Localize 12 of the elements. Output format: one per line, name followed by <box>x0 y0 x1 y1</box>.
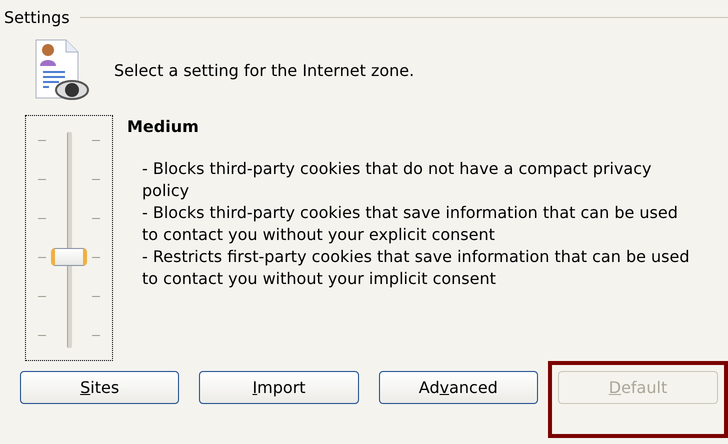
dialog-button[interactable]: Sites <box>20 371 180 404</box>
description-text: Select a setting for the Internet zone. <box>114 60 414 80</box>
level-description-line: - Restricts first-party cookies that save information that can be used to contact you without your implicit consent <box>142 246 690 290</box>
level-description-line: - Blocks third-party cookies that save information that can be used to contact you without your explicit consent <box>142 202 679 246</box>
dialog-button[interactable]: Advanced <box>378 371 538 404</box>
privacy-document-eye-icon <box>34 38 90 102</box>
level-name: Medium <box>127 117 200 136</box>
level-description-line: - Blocks third-party cookies that do not have a compact privacy policy <box>142 158 652 202</box>
group-title: Settings <box>4 8 70 27</box>
privacy-slider[interactable] <box>25 115 113 361</box>
slider-thumb[interactable] <box>51 248 87 266</box>
dialog-button[interactable]: Import <box>199 371 359 404</box>
